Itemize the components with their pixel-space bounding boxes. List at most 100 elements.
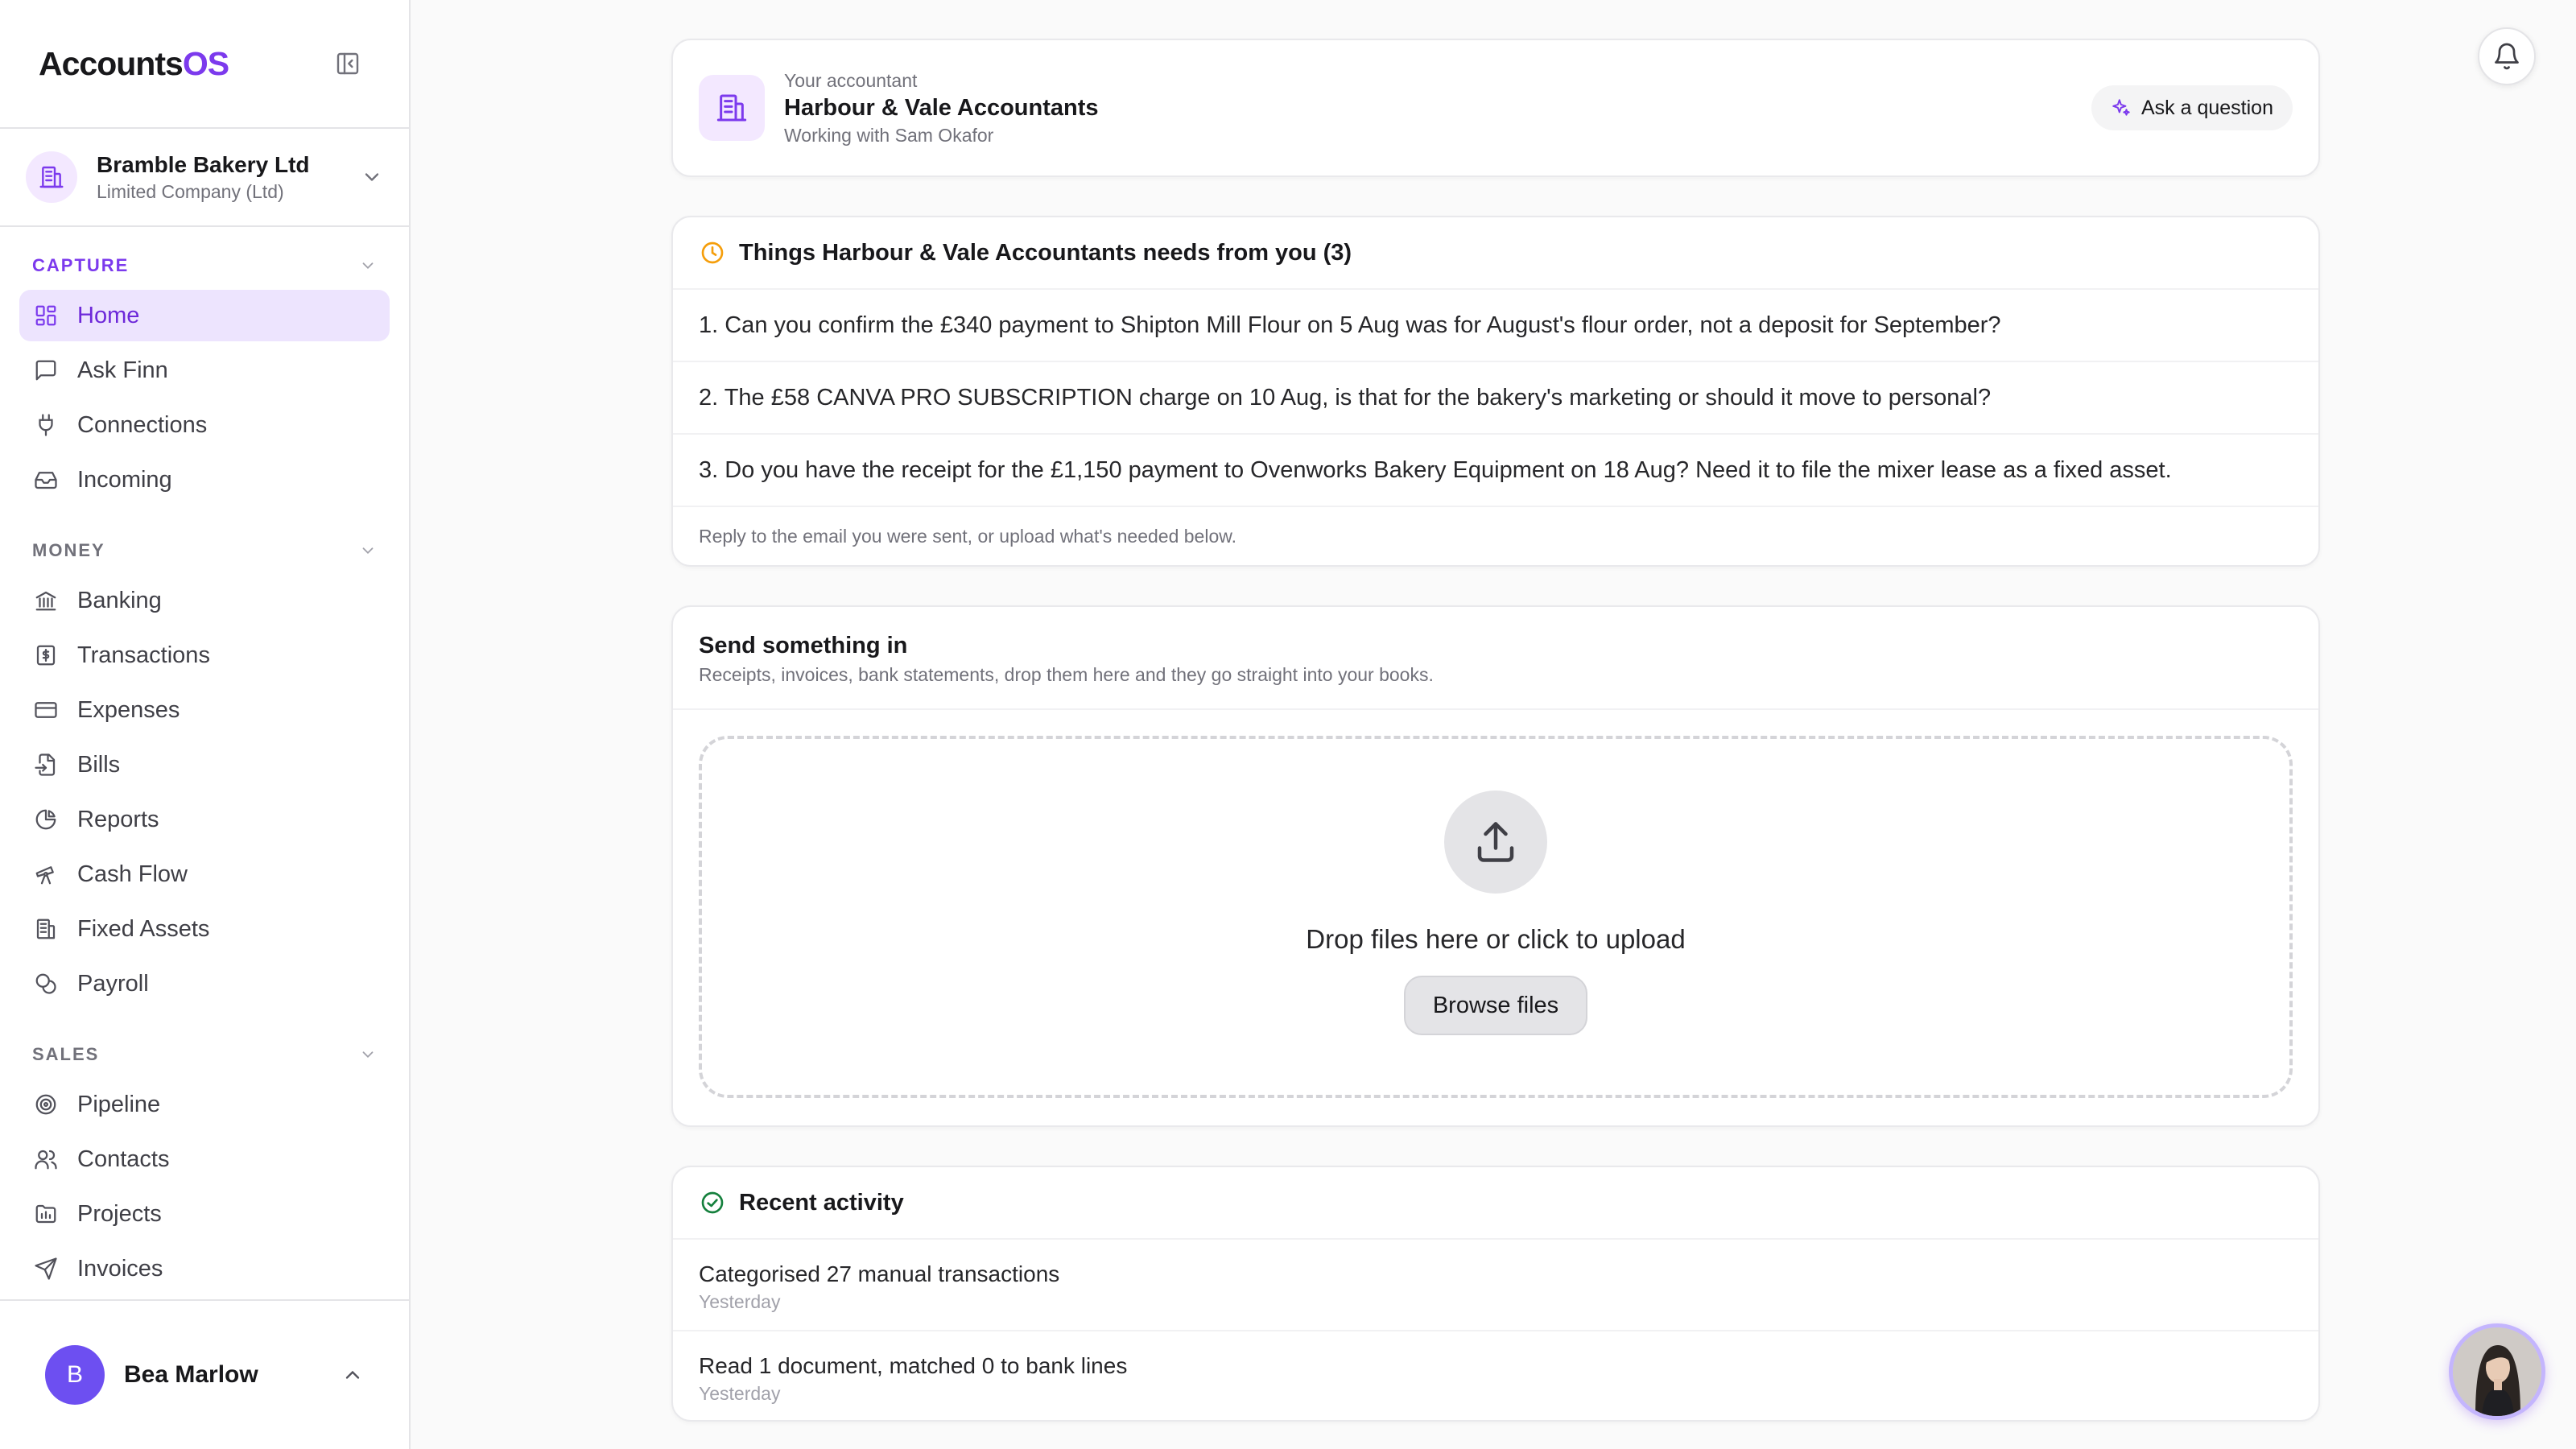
section-capture-title: CAPTURE [32, 255, 130, 275]
sidebar-item-bills[interactable]: Bills [19, 739, 390, 791]
building-icon [32, 915, 60, 943]
activity-item: Read 1 document, matched 0 to bank lines… [673, 1331, 2318, 1423]
sidebar-item-fixed-assets[interactable]: Fixed Assets [19, 903, 390, 955]
browse-files-button[interactable]: Browse files [1403, 976, 1588, 1035]
sidebar-collapse-icon[interactable] [332, 47, 364, 80]
ask-question-button[interactable]: Ask a question [2091, 85, 2293, 130]
brand-row: AccountsOS [0, 0, 409, 129]
upload-title: Send something in [699, 633, 908, 658]
sidebar-item-cash-flow[interactable]: Cash Flow [19, 848, 390, 900]
sidebar-item-contacts[interactable]: Contacts [19, 1133, 390, 1185]
requests-card: Things Harbour & Vale Accountants needs … [671, 216, 2320, 567]
sparkle-icon [2111, 97, 2132, 118]
main-content: Your accountant Harbour & Vale Accountan… [411, 0, 2576, 1449]
file-dropzone[interactable]: Drop files here or click to upload Brows… [699, 736, 2293, 1098]
request-item: 2. The £58 CANVA PRO SUBSCRIPTION charge… [673, 362, 2318, 435]
requests-footer: Reply to the email you were sent, or upl… [699, 525, 1236, 547]
sidebar-item-label: Ask Finn [77, 357, 168, 383]
check-circle-icon [699, 1189, 726, 1216]
section-sales-title: SALES [32, 1044, 100, 1064]
activity-text: Categorised 27 manual transactions [699, 1261, 1060, 1286]
upload-subtitle: Receipts, invoices, bank statements, dro… [699, 664, 1434, 685]
company-building-icon [26, 151, 77, 203]
sidebar-item-label: Payroll [77, 970, 149, 997]
chevron-down-icon [362, 262, 374, 270]
accountant-eyebrow: Your accountant [784, 70, 918, 91]
upload-header: Send something in Receipts, invoices, ba… [673, 607, 2318, 710]
accountant-name: Harbour & Vale Accountants [784, 95, 1099, 121]
activity-item: Categorised 27 manual transactions Yeste… [673, 1240, 2318, 1331]
accountant-building-icon [699, 75, 765, 141]
sidebar-item-transactions[interactable]: Transactions [19, 630, 390, 681]
accountant-contact: Working with Sam Okafor [784, 125, 994, 146]
company-name: Bramble Bakery Ltd [97, 152, 310, 177]
sidebar-item-label: Cash Flow [77, 861, 188, 887]
activity-title: Recent activity [739, 1189, 904, 1216]
inbox-icon [32, 466, 60, 493]
sidebar-item-label: Fixed Assets [77, 915, 210, 942]
activity-time: Yesterday [699, 1383, 781, 1404]
sidebar-item-ask-finn[interactable]: Ask Finn [19, 345, 390, 396]
sidebar-nav: CAPTURE Home Ask Finn Connections Incomi… [0, 227, 409, 1299]
upload-card: Send something in Receipts, invoices, ba… [671, 605, 2320, 1127]
telescope-icon [32, 861, 60, 888]
activity-text: Read 1 document, matched 0 to bank lines [699, 1353, 1128, 1378]
sidebar-item-banking[interactable]: Banking [19, 575, 390, 626]
dropzone-label: Drop files here or click to upload [1306, 924, 1686, 954]
send-icon [32, 1255, 60, 1282]
section-sales-toggle[interactable]: SALES [19, 1034, 390, 1075]
file-import-icon [32, 751, 60, 778]
assistant-avatar-button[interactable] [2449, 1323, 2545, 1420]
sidebar-item-payroll[interactable]: Payroll [19, 958, 390, 1009]
app-logo[interactable]: AccountsOS [39, 45, 229, 83]
target-icon [32, 1091, 60, 1118]
recent-activity-card: Recent activity Categorised 27 manual tr… [671, 1166, 2320, 1422]
sidebar-item-incoming[interactable]: Incoming [19, 454, 390, 506]
user-menu[interactable]: B Bea Marlow [0, 1299, 409, 1449]
sidebar-item-label: Reports [77, 806, 159, 832]
receipt-icon [32, 642, 60, 669]
section-capture-toggle[interactable]: CAPTURE [19, 245, 390, 287]
clock-icon [699, 239, 726, 266]
chat-icon [32, 357, 60, 384]
upload-icon [1444, 791, 1547, 894]
sidebar-item-label: Banking [77, 587, 162, 613]
sidebar-item-label: Home [77, 302, 140, 328]
sidebar-item-label: Transactions [77, 642, 210, 668]
logo-main: Accounts [39, 44, 184, 82]
sidebar-item-label: Expenses [77, 696, 180, 723]
sidebar-item-projects[interactable]: Projects [19, 1188, 390, 1240]
sidebar-item-label: Incoming [77, 466, 172, 493]
requests-title: Things Harbour & Vale Accountants needs … [739, 239, 1352, 266]
ask-question-label: Ask a question [2141, 96, 2273, 119]
logo-accent: OS [182, 44, 229, 82]
sidebar: AccountsOS Bramble Bakery Ltd Limited Co… [0, 0, 411, 1449]
sidebar-item-label: Contacts [77, 1146, 170, 1172]
accountant-card: Your accountant Harbour & Vale Accountan… [671, 39, 2320, 177]
users-icon [32, 1146, 60, 1173]
chevron-down-icon [361, 166, 383, 188]
company-text: Bramble Bakery Ltd Limited Company (Ltd) [97, 151, 361, 204]
notifications-bell-icon[interactable] [2478, 27, 2536, 85]
bank-icon [32, 587, 60, 614]
sidebar-item-invoices[interactable]: Invoices [19, 1243, 390, 1294]
avatar: B [45, 1345, 105, 1405]
request-item: 1. Can you confirm the £340 payment to S… [673, 290, 2318, 362]
chevron-up-icon [341, 1364, 364, 1386]
sidebar-item-expenses[interactable]: Expenses [19, 684, 390, 736]
section-money-toggle[interactable]: MONEY [19, 530, 390, 572]
company-type: Limited Company (Ltd) [97, 181, 284, 202]
sidebar-item-pipeline[interactable]: Pipeline [19, 1079, 390, 1130]
sidebar-item-home[interactable]: Home [19, 290, 390, 341]
sidebar-item-label: Bills [77, 751, 121, 778]
sidebar-item-label: Connections [77, 411, 208, 438]
grid-icon [32, 302, 60, 329]
sidebar-item-connections[interactable]: Connections [19, 399, 390, 451]
pie-chart-icon [32, 806, 60, 833]
company-switcher[interactable]: Bramble Bakery Ltd Limited Company (Ltd) [0, 129, 409, 227]
coins-icon [32, 970, 60, 997]
request-item: 3. Do you have the receipt for the £1,15… [673, 435, 2318, 507]
folder-icon [32, 1200, 60, 1228]
sidebar-item-reports[interactable]: Reports [19, 794, 390, 845]
chevron-down-icon [362, 1051, 374, 1059]
